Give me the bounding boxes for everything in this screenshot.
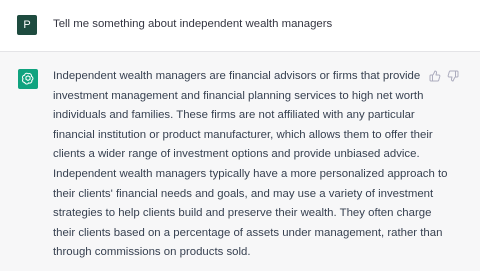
message-line: through commissions on products sold. — [53, 246, 251, 259]
message-line: investment management and financial plan… — [53, 89, 424, 102]
message-line: their clients' financial needs and goals… — [53, 187, 434, 200]
assistant-avatar — [18, 69, 38, 89]
user-message-text: Tell me something about independent weal… — [53, 18, 333, 30]
thumbs-up-icon — [429, 70, 441, 82]
user-message-row: P Tell me something about independent we… — [0, 0, 480, 52]
thumbs-down-icon — [447, 70, 459, 82]
message-line: strategies to help clients build and pre… — [53, 207, 432, 220]
assistant-message-row: Independent wealth managers are financia… — [0, 52, 480, 271]
message-line: their clients based on a percentage of a… — [53, 226, 443, 239]
message-line: Independent wealth managers are financia… — [53, 70, 421, 82]
user-avatar: P — [17, 15, 37, 35]
assistant-message-text: Independent wealth managers are financia… — [53, 67, 448, 263]
message-line: Independent wealth managers typically ha… — [53, 167, 448, 180]
thumbs-down-button[interactable] — [446, 69, 460, 83]
message-line: financial institution or product manufac… — [53, 128, 433, 141]
thumbs-up-button[interactable] — [428, 69, 442, 83]
openai-logo-icon — [21, 72, 34, 85]
message-line: clients a wider range of investment opti… — [53, 148, 420, 161]
message-line: individuals and families. These firms ar… — [53, 109, 415, 122]
